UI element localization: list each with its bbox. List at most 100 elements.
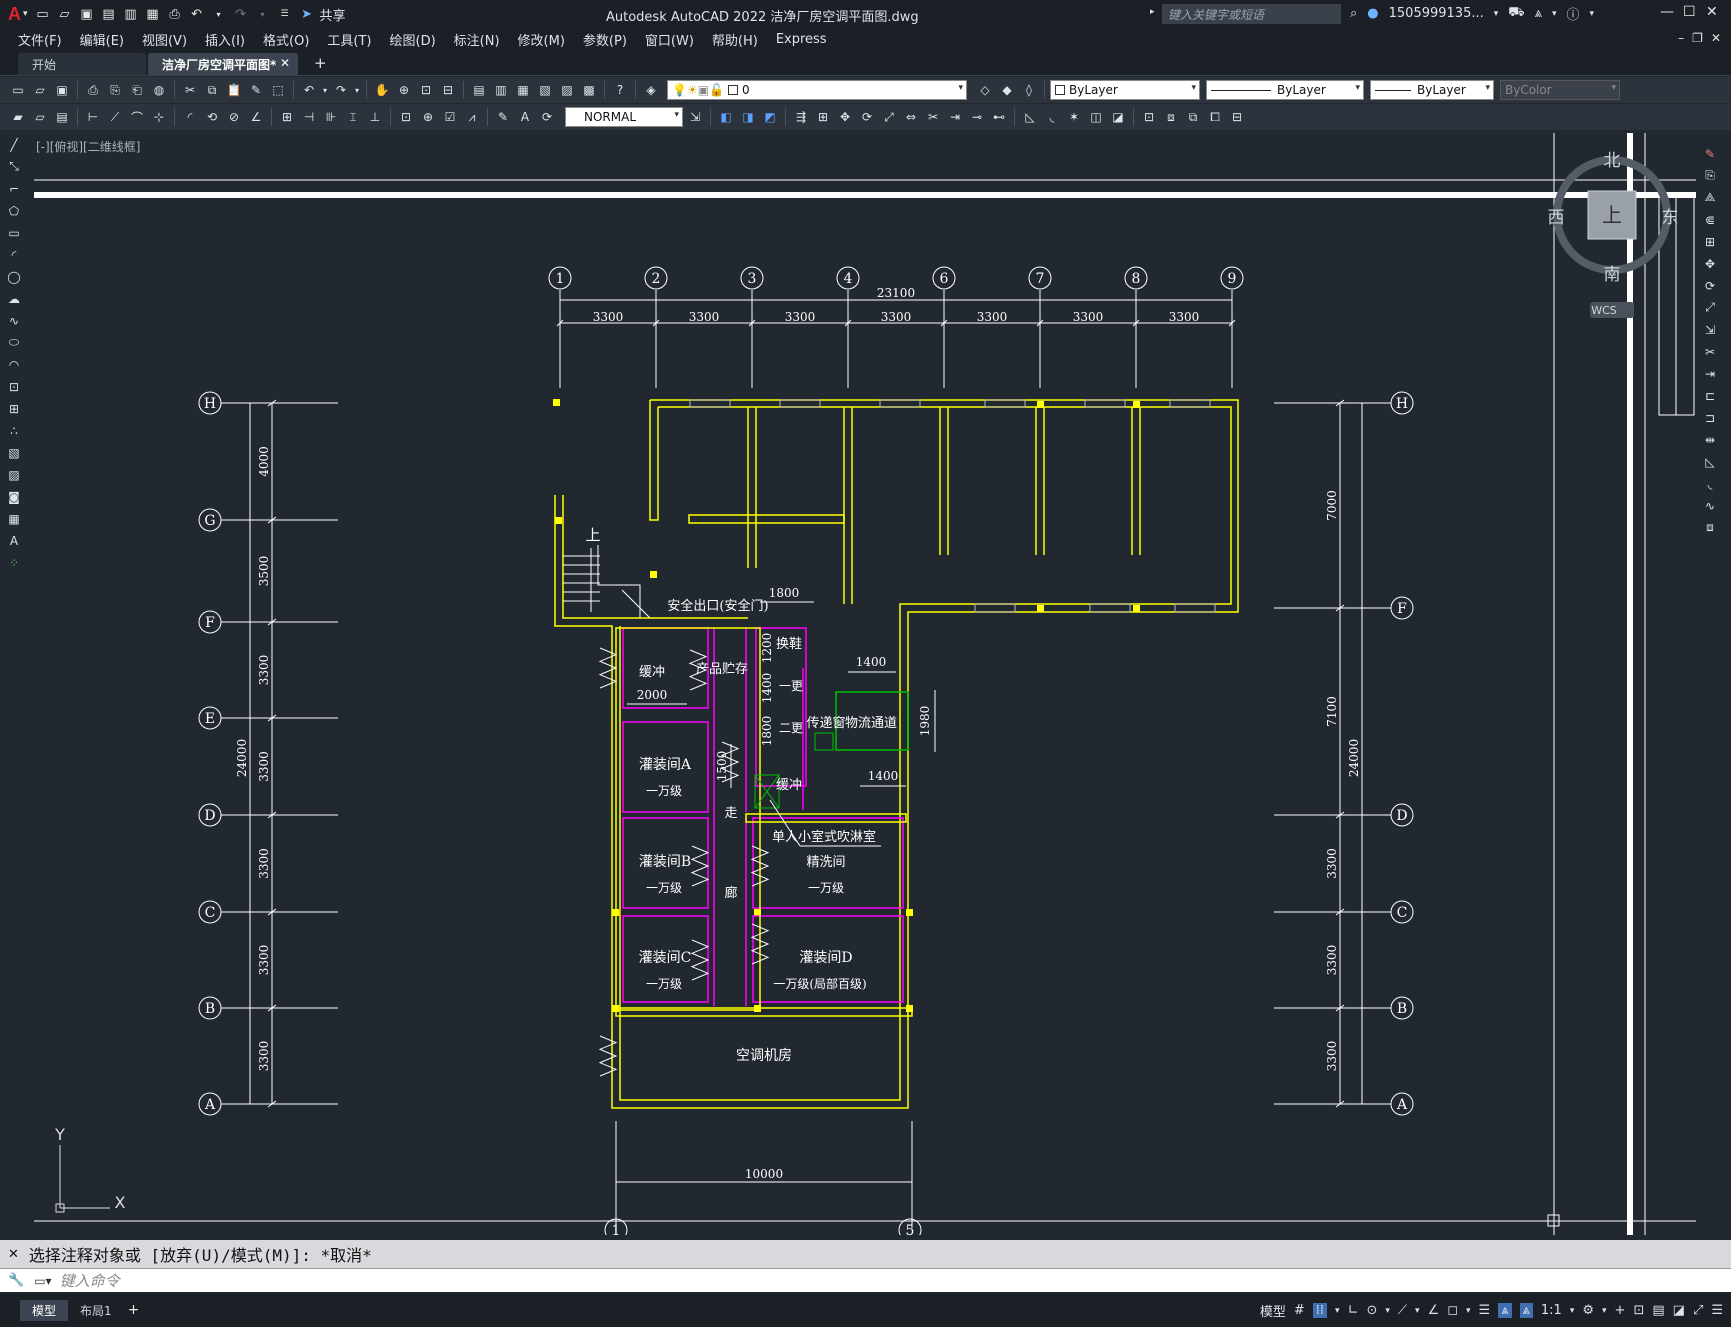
redo-dropdown-icon[interactable]: ▾ — [254, 5, 272, 23]
plot-icon[interactable]: ⎙ — [166, 5, 184, 23]
ellipse-icon[interactable]: ⬭ — [4, 333, 24, 352]
extend-icon[interactable]: ⇥ — [945, 107, 965, 127]
cmd-close-icon[interactable]: ✕ — [8, 1247, 19, 1262]
stretch-icon[interactable]: ⇔ — [901, 107, 921, 127]
menu-tools[interactable]: 工具(T) — [327, 30, 371, 49]
cmd-wrench-icon[interactable]: 🔧 — [8, 1273, 24, 1288]
customize-icon[interactable]: ☰ — [1711, 1303, 1723, 1318]
qdim-icon[interactable]: ▤ — [52, 107, 72, 127]
send-back-icon[interactable]: ⧠ — [1205, 107, 1225, 127]
cart-icon[interactable]: ⛟ — [1508, 5, 1524, 22]
dim-break-icon[interactable]: ⊥ — [365, 107, 385, 127]
copy-r-icon[interactable]: ⎘ — [1700, 166, 1720, 185]
zoom-previous-icon[interactable]: ⊟ — [438, 80, 458, 100]
tab-close-icon[interactable]: ✕ — [280, 56, 290, 70]
help-dropdown-icon[interactable]: ▾ — [1590, 9, 1595, 19]
menu-help[interactable]: 帮助(H) — [712, 30, 758, 49]
erase-r-icon[interactable]: ✎ — [1700, 144, 1720, 163]
isodraft-icon[interactable]: ⟋ — [1398, 1303, 1407, 1318]
dim-diameter-icon[interactable]: ⊘ — [224, 107, 244, 127]
share-label[interactable]: 共享 — [320, 5, 346, 24]
menu-modify[interactable]: 修改(M) — [518, 30, 565, 49]
rectangle-icon[interactable]: ▭ — [4, 223, 24, 242]
workspace-icon[interactable]: ▰ — [8, 107, 28, 127]
menu-express[interactable]: Express — [776, 32, 827, 47]
xline-icon[interactable]: ⤡ — [4, 157, 24, 176]
a360-dropdown-icon[interactable]: ▾ — [1552, 9, 1557, 19]
user-dropdown-icon[interactable]: ▾ — [1494, 9, 1499, 19]
plus-icon[interactable]: + — [1615, 1303, 1626, 1318]
model-space-button[interactable]: 模型 — [1260, 1301, 1286, 1320]
plot-preview-icon[interactable]: ⎘ — [105, 80, 125, 100]
undo-icon[interactable]: ↶ — [188, 5, 206, 23]
osnap-icon[interactable]: ◻ — [1447, 1303, 1458, 1318]
open-from-web-icon[interactable]: ▥ — [122, 5, 140, 23]
app-menu-arrow-icon[interactable]: ▾ — [23, 9, 28, 19]
tolerance-icon[interactable]: ⊡ — [396, 107, 416, 127]
polyline-icon[interactable]: ⌐ — [4, 179, 24, 198]
layer-states-icon[interactable]: ◊ — [1019, 80, 1039, 100]
match-prop-icon[interactable]: ✎ — [246, 80, 266, 100]
command-input[interactable]: 键入命令 — [60, 1270, 120, 1291]
new-file-icon[interactable]: ▭ — [34, 5, 52, 23]
dim-ordinate-icon[interactable]: ⊹ — [149, 107, 169, 127]
cut-icon[interactable]: ✂ — [180, 80, 200, 100]
explode-r-icon[interactable]: ⧈ — [1700, 518, 1720, 537]
join-icon[interactable]: ⊷ — [989, 107, 1009, 127]
move-r-icon[interactable]: ✥ — [1700, 254, 1720, 273]
dimstyle-manager-icon[interactable]: ⇲ — [685, 107, 705, 127]
cmd-prompt-icon[interactable]: ▭▾ — [34, 1274, 51, 1288]
sheet-set-icon[interactable]: ▧ — [535, 80, 555, 100]
search-icon[interactable]: ⌕ — [1350, 6, 1357, 21]
explode-icon[interactable]: ✶ — [1064, 107, 1084, 127]
tab-drawing[interactable]: 洁净厂房空调平面图* ✕ — [148, 53, 298, 75]
menu-dimension[interactable]: 标注(N) — [454, 30, 500, 49]
close-button[interactable]: ✕ — [1706, 4, 1718, 20]
annotation-scale[interactable]: 1:1 — [1541, 1303, 1562, 1318]
make-current-layer-icon[interactable]: ◇ — [975, 80, 995, 100]
hatch-icon[interactable]: ▧ — [4, 443, 24, 462]
fillet-icon[interactable]: ◟ — [1042, 107, 1062, 127]
scale-icon[interactable]: ⤢ — [879, 107, 899, 127]
auto-scale-icon[interactable]: ⩓ — [1519, 1303, 1533, 1318]
minimize-button[interactable]: — — [1660, 4, 1674, 20]
dim-jogged-icon[interactable]: ⟲ — [202, 107, 222, 127]
3d-print-icon[interactable]: ◍ — [149, 80, 169, 100]
line-icon[interactable]: ╱ — [4, 135, 24, 154]
menu-format[interactable]: 格式(O) — [263, 30, 309, 49]
array-r-icon[interactable]: ⊞ — [1700, 232, 1720, 251]
zoom-window-icon[interactable]: ⊡ — [416, 80, 436, 100]
move-icon[interactable]: ✥ — [835, 107, 855, 127]
dim-radius-icon[interactable]: ◜ — [180, 107, 200, 127]
plotstyle-combo[interactable]: ByColor ▾ — [1500, 80, 1620, 100]
customize-qat-icon[interactable]: ☰ — [276, 5, 294, 23]
help-icon[interactable]: ⓘ — [1567, 4, 1580, 23]
chamfer-r-icon[interactable]: ◺ — [1700, 452, 1720, 471]
qnew-icon[interactable]: ▭ — [8, 80, 28, 100]
isodraft-dropdown-icon[interactable]: ▾ — [1415, 1306, 1420, 1316]
paste-icon[interactable]: 📋 — [224, 80, 244, 100]
units-icon[interactable]: ⊡ — [1633, 1303, 1644, 1318]
tool-palettes-icon[interactable]: ▦ — [513, 80, 533, 100]
wcs-label[interactable]: WCS — [1591, 304, 1617, 317]
workspace-gear-icon[interactable]: ⚙ — [1582, 1303, 1594, 1318]
polar-dropdown-icon[interactable]: ▾ — [1385, 1306, 1390, 1316]
drawing-canvas[interactable]: 上 北 南 西 东 WCS Y X 23100 1 3300 2 3300 3 3300 4 3… — [34, 133, 1696, 1235]
text-front-icon[interactable]: ⊟ — [1227, 107, 1247, 127]
save-tb-icon[interactable]: ▣ — [52, 80, 72, 100]
undo-tb-icon[interactable]: ↶ — [299, 80, 319, 100]
autodesk-a360-icon[interactable]: ⩓ — [1535, 6, 1542, 21]
dim-edit-icon[interactable]: ✎ — [493, 107, 513, 127]
search-input[interactable]: 键入关键字或短语 — [1162, 4, 1341, 24]
undo-dropdown-icon[interactable]: ▾ — [210, 5, 228, 23]
doc-restore-button[interactable]: ❐ — [1692, 31, 1703, 45]
bring-front-icon[interactable]: ⧉ — [1183, 107, 1203, 127]
break-icon[interactable]: ⊸ — [967, 107, 987, 127]
arc-icon[interactable]: ◜ — [4, 245, 24, 264]
add-layout-icon[interactable]: + — [128, 1302, 140, 1318]
layer-combo[interactable]: 💡 ☀ ▣ 🔓 0 ▾ — [667, 80, 967, 100]
mtext-icon[interactable]: A — [4, 531, 24, 550]
menu-insert[interactable]: 插入(I) — [205, 30, 245, 49]
quick-props-icon[interactable]: ▤ — [1652, 1303, 1664, 1318]
zoom-realtime-icon[interactable]: ⊕ — [394, 80, 414, 100]
